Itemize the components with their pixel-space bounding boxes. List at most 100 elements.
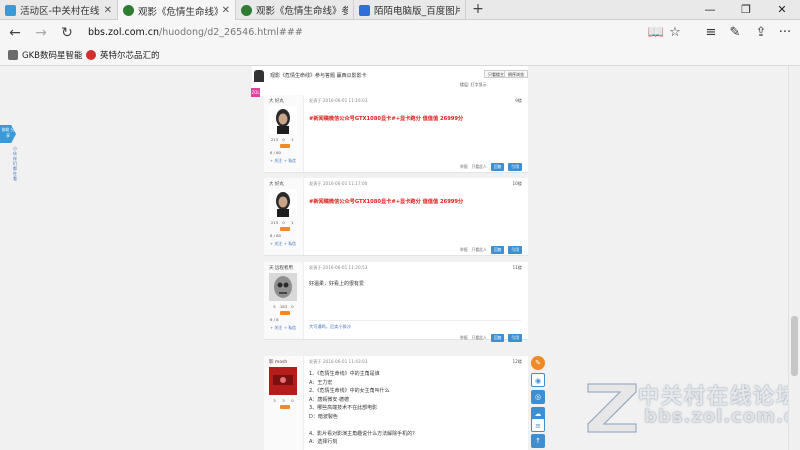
reply-button[interactable]: 回复 — [490, 246, 505, 254]
post-username[interactable]: 天 远程者用 — [269, 265, 293, 271]
thread-title: 观影《危情生命线》参与答题 赢西瓜影影卡 — [270, 73, 367, 79]
message-link[interactable]: + 私信 — [284, 325, 296, 331]
post-username[interactable]: 大 好丸 — [269, 98, 284, 104]
post-floor-label[interactable]: 9楼 — [515, 98, 522, 104]
close-icon[interactable]: ✕ — [218, 5, 230, 16]
refresh-button[interactable]: ↻ — [56, 23, 78, 43]
favorite-star-icon[interactable]: ☆ — [664, 23, 686, 43]
user-points: 6 / 80 — [270, 233, 281, 238]
user-stats: 213 0 1 — [270, 137, 294, 142]
minimize-button[interactable]: — — [692, 0, 728, 20]
wechat-icon[interactable]: ◉ — [531, 373, 545, 387]
post-floor-9: 大 好丸 213 0 1 6 / 80 + 关注 + 私信 发表于 2016-06-… — [264, 95, 528, 173]
close-icon[interactable]: ✕ — [100, 5, 112, 16]
avatar[interactable] — [269, 106, 297, 134]
level-badge — [280, 227, 290, 231]
url-field[interactable]: bbs.zol.com.cn/huodong/d2_26546.html### — [88, 24, 648, 42]
weibo-icon — [86, 50, 96, 60]
reverse-order-button[interactable]: 倒序浏览 — [504, 70, 528, 78]
quote-button[interactable]: 引用 — [508, 163, 522, 171]
post-floor-label[interactable]: 12楼 — [512, 359, 522, 365]
quote-button[interactable]: 引用 — [508, 246, 522, 254]
avatar[interactable] — [269, 189, 297, 217]
url-path: /huodong/d2_26546.html### — [159, 27, 303, 38]
answer-line: 3、哪些高端技术不在此部电影 — [309, 405, 378, 411]
user-stats: 213 0 1 — [270, 220, 294, 225]
watermark-en: bbs.zol.com.cn — [644, 406, 788, 427]
trending-vertical-link[interactable]: 小伙伴们都在看 — [13, 146, 19, 181]
post-date: 发表于 2016-06-01 11:43:03 — [309, 359, 368, 364]
only-user-link[interactable]: 只看此人 — [472, 164, 487, 170]
post-signature[interactable]: 大写通鸣，后卖小排沙 — [309, 324, 351, 330]
post-username[interactable]: 影 mosh — [269, 359, 287, 365]
message-link[interactable]: + 私信 — [284, 158, 296, 164]
zol-icon — [5, 4, 16, 16]
more-icon[interactable]: ··· — [774, 23, 796, 43]
message-link[interactable]: + 私信 — [284, 241, 296, 247]
post-body: 好温柔，好看上的很有爱 — [309, 281, 365, 287]
tab-baidu-image[interactable]: 陌陌电脑版_百度图片搜索 — [354, 0, 466, 20]
follow-link[interactable]: + 关注 — [270, 241, 282, 247]
post-date: 发表于 2016-06-01 11:20:53 — [309, 265, 368, 270]
baidu-icon — [359, 4, 370, 16]
url-domain: bbs.zol.com.cn — [88, 27, 160, 38]
hub-icon[interactable]: ≡ — [700, 23, 722, 43]
tab-activity-forum[interactable]: 活动区-中关村在线论坛#c ✕ — [0, 0, 118, 20]
user-points: 6 / 8 — [270, 317, 279, 322]
scroll-thumb[interactable] — [791, 316, 798, 376]
post-username[interactable]: 大 好丸 — [269, 181, 284, 187]
post-floor-label[interactable]: 10楼 — [512, 181, 522, 187]
user-stats: 330 — [273, 398, 294, 403]
tab-movie-active[interactable]: 观影《危情生命线》参与 ✕ — [118, 0, 236, 21]
favorite-intel[interactable]: 英特尔芯品汇的 — [86, 49, 160, 61]
report-link[interactable]: 举报 — [460, 247, 468, 253]
level-badge — [280, 405, 290, 409]
post-actions: 举报 只看此人 回复 引用 — [460, 163, 522, 171]
thread-header: 观影《危情生命线》参与答题 赢西瓜影影卡 只看楼主 倒序浏览 楼层: 打字显示 — [252, 66, 528, 96]
back-to-top-icon[interactable]: ↑ — [531, 434, 545, 448]
user-stats: 5 183 0 — [273, 304, 294, 309]
only-user-link[interactable]: 只看此人 — [472, 335, 487, 341]
page-scrollbar[interactable] — [788, 66, 800, 450]
close-window-button[interactable]: ✕ — [764, 0, 800, 20]
assist-share-tab[interactable]: 协助 分享 — [0, 125, 16, 143]
answer-line — [309, 421, 417, 430]
favorites-bar: GKB数码星智能 英特尔芯品汇的 — [0, 46, 800, 66]
answer-line: A：王力宏 — [309, 379, 333, 386]
post-floor-10: 大 好丸 213 0 1 6 / 80 + 关注 + 私信 发表于 2016-06-… — [264, 178, 528, 256]
new-tab-button[interactable]: + — [467, 0, 489, 20]
tab-movie-answer[interactable]: 观影《危情生命线》参与答 — [236, 0, 354, 20]
avatar[interactable] — [269, 367, 297, 395]
post-floor-11: 天 远程者用 5 183 0 6 / 8 + 关注 + 私信 发表于 2016-06… — [264, 262, 528, 342]
share-icon[interactable]: ⇪ — [750, 23, 772, 43]
follow-link[interactable]: + 关注 — [270, 325, 282, 331]
film-icon — [123, 5, 134, 16]
back-button[interactable]: ← — [4, 23, 26, 43]
post-floor-12: 影 mosh 330 发表于 2016-06-01 11:43:03 12楼 1… — [264, 356, 528, 450]
follow-link[interactable]: + 关注 — [270, 158, 282, 164]
post-floor-label[interactable]: 11楼 — [512, 265, 522, 271]
only-user-link[interactable]: 只看此人 — [472, 247, 487, 253]
web-note-icon[interactable]: ✎ — [724, 23, 746, 43]
report-link[interactable]: 举报 — [460, 335, 468, 341]
answer-line: 2、《危情生命线》中的女主角叫什么 — [309, 388, 390, 394]
level-badge — [280, 311, 290, 315]
reply-button[interactable]: 回复 — [490, 334, 505, 342]
forward-button[interactable]: → — [30, 23, 52, 43]
reply-float-icon[interactable]: ✎ — [531, 356, 545, 370]
restore-button[interactable]: ❐ — [728, 0, 764, 20]
list-icon[interactable]: ≡ — [531, 418, 545, 432]
reply-button[interactable]: 回复 — [490, 163, 505, 171]
favorite-gkb[interactable]: GKB数码星智能 — [8, 49, 83, 61]
answer-line: 1、《危情生命线》中的主角是谁 — [309, 371, 380, 377]
zol-watermark: 中关村在线论坛 bbs.zol.com.cn — [580, 376, 788, 450]
weibo-icon[interactable]: ◎ — [531, 390, 545, 404]
post-date: 发表于 2016-06-01 11:16:03 — [309, 98, 368, 103]
report-link[interactable]: 举报 — [460, 164, 468, 170]
answer-line: A：选择行刻 — [309, 439, 338, 445]
level-badge — [280, 144, 290, 148]
floor-jump[interactable]: 楼层: 打字显示 — [460, 82, 487, 88]
answer-list: 1、《危情生命线》中的主角是谁 A：王力宏 2、《危情生命线》中的女主角叫什么 … — [309, 370, 417, 447]
avatar[interactable] — [269, 273, 297, 301]
quote-button[interactable]: 引用 — [508, 334, 522, 342]
